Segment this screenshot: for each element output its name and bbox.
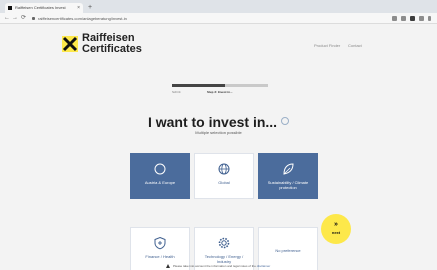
next-button-label: next — [331, 230, 341, 235]
progress-current-step: Step 3: Invest in... — [207, 90, 233, 94]
tile-sustainability[interactable]: Sustainability / Climate protection — [258, 153, 318, 199]
progress-fill — [172, 84, 225, 87]
progress-bar — [172, 84, 268, 87]
header-link-product-finder[interactable]: Product Finder — [314, 43, 340, 48]
tile-global[interactable]: Global — [194, 153, 254, 199]
tab-strip: Raiffeisen Certificates Invest × + — [0, 0, 437, 13]
shield-icon — [154, 236, 166, 250]
tab-title: Raiffeisen Certificates Invest — [15, 5, 66, 10]
url-text: raiffeisencertificates.com/anlageberatun… — [38, 16, 127, 21]
page-content: Raiffeisen Certificates Product Finder C… — [0, 24, 437, 270]
page-title: I want to invest in... — [0, 114, 437, 130]
header-link-contact[interactable]: Contact — [348, 43, 362, 48]
tile-label: Finance / Health — [145, 254, 175, 259]
footer-text: Please take into account the information… — [173, 264, 256, 268]
page-subtitle: Multiple selection possible — [195, 130, 242, 135]
profile-icon[interactable] — [410, 16, 415, 21]
back-icon[interactable]: ← — [4, 14, 10, 23]
warning-icon — [166, 264, 170, 268]
double-chevron-right-icon: » — [334, 221, 338, 228]
tile-austria-europe[interactable]: Austria & Europe — [130, 153, 190, 199]
tile-label: No preference — [275, 248, 301, 253]
tab-close-icon[interactable]: × — [77, 3, 80, 13]
leaf-icon — [283, 163, 294, 175]
new-tab-button[interactable]: + — [88, 3, 92, 13]
menu-icon[interactable] — [419, 16, 424, 21]
bookmark-icon[interactable] — [392, 16, 397, 21]
next-button[interactable]: » next — [321, 214, 351, 244]
raiffeisen-gable-icon — [62, 36, 78, 52]
footer-note: Please take into account the information… — [166, 264, 270, 268]
globe-icon — [218, 163, 230, 175]
tile-label: Global — [218, 180, 230, 185]
address-bar[interactable]: raiffeisencertificates.com/anlageberatun… — [32, 15, 387, 22]
tile-label: Sustainability / Climate protection — [267, 180, 309, 190]
tile-label: Technology / Energy / Industry — [204, 254, 244, 264]
gear-icon — [218, 237, 230, 249]
browser-window: Raiffeisen Certificates Invest × + ← → ⟳… — [0, 0, 437, 270]
progress-step-label: Schritt — [172, 90, 181, 94]
browser-tab[interactable]: Raiffeisen Certificates Invest × — [5, 3, 83, 13]
lock-icon — [32, 17, 35, 20]
favicon-icon — [8, 6, 12, 10]
raiffeisen-logo[interactable]: Raiffeisen Certificates — [62, 32, 172, 56]
browser-toolbar: ← → ⟳ raiffeisencertificates.com/anlageb… — [0, 13, 437, 24]
more-icon[interactable] — [428, 16, 431, 21]
extension-icon[interactable] — [401, 16, 406, 21]
logo-text-line2: Certificates — [82, 43, 142, 55]
forward-icon[interactable]: → — [12, 14, 18, 23]
tile-label: Austria & Europe — [144, 180, 176, 185]
circle-icon — [154, 163, 166, 175]
info-icon[interactable] — [281, 117, 290, 125]
reload-icon[interactable]: ⟳ — [21, 14, 26, 23]
disclaimer-link[interactable]: disclaimer — [257, 264, 271, 268]
page-title-text: I want to invest in... — [147, 114, 278, 130]
